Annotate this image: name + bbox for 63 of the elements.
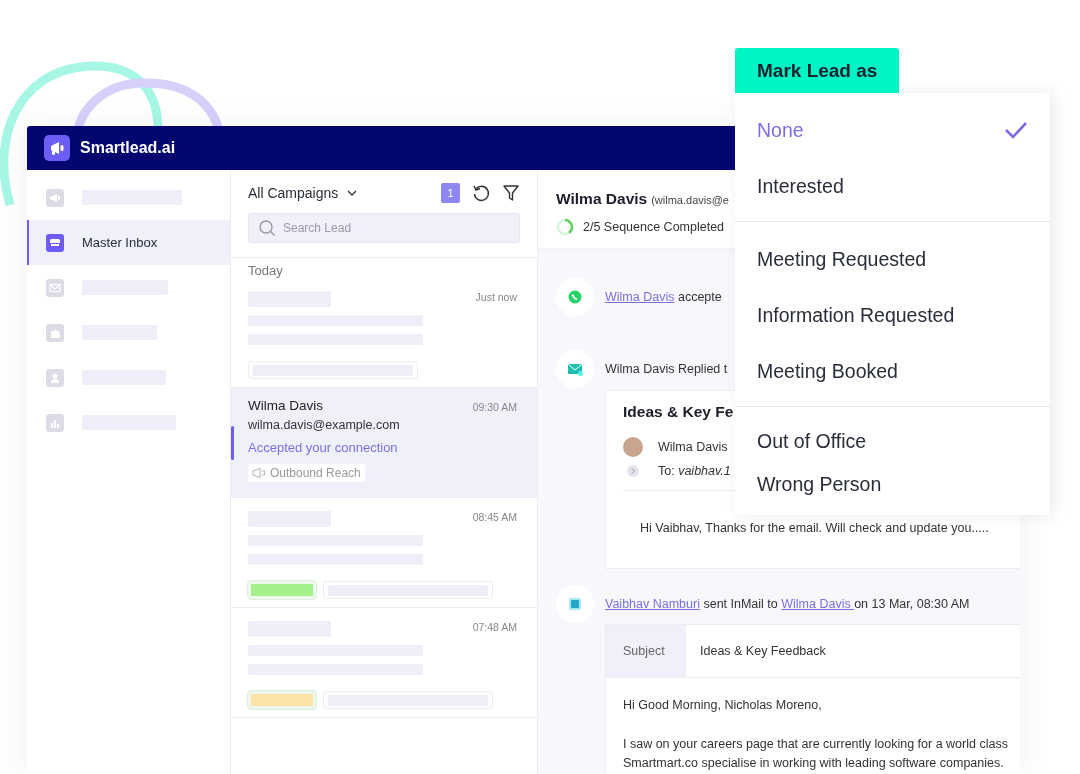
recipient: To: vaibhav.1 bbox=[658, 464, 731, 478]
inbox-icon bbox=[46, 233, 64, 252]
filter-icon[interactable] bbox=[502, 184, 520, 202]
message-text: Hi Vaibhav, Thanks for the email. Will check and update you..... bbox=[640, 520, 989, 537]
menu-option[interactable]: Meeting Booked bbox=[735, 343, 1050, 399]
message-text: Hi Good Morning, Nicholas Moreno, bbox=[623, 697, 822, 714]
megaphone-icon bbox=[46, 188, 64, 207]
menu-title: Mark Lead as bbox=[735, 48, 900, 93]
lead-item[interactable]: Just now bbox=[231, 278, 537, 388]
lead-time: 08:45 AM bbox=[472, 511, 517, 523]
person-icon bbox=[46, 368, 64, 387]
group-label: Today bbox=[247, 262, 284, 278]
lead-item[interactable]: 08:45 AM bbox=[231, 498, 537, 608]
menu-option[interactable]: Meeting Requested bbox=[735, 231, 1050, 287]
lead-status: Accepted your connection bbox=[248, 440, 399, 455]
chat-bubble-icon bbox=[566, 288, 584, 306]
event-text: Wilma Davis accepte bbox=[605, 290, 722, 304]
lead-link[interactable]: Wilma Davis bbox=[605, 290, 675, 304]
lead-item[interactable]: Wilma Davis 09:30 AM wilma.davis@example.com Accepted your connection Outbound Reach bbox=[231, 388, 537, 498]
campaign-dropdown[interactable]: All Campaigns bbox=[248, 185, 358, 201]
menu-option[interactable]: Out of Office bbox=[735, 413, 1050, 469]
lead-link[interactable]: Vaibhav Namburi bbox=[605, 597, 700, 611]
message-subject: Ideas & Key Fe bbox=[623, 403, 735, 421]
avatar bbox=[623, 437, 643, 457]
chevron-right-icon[interactable] bbox=[627, 465, 639, 477]
megaphone-icon bbox=[252, 467, 266, 479]
logo-text: Smartlead.ai bbox=[80, 139, 176, 157]
message-text: Smartmart.co specialise in working with leading software companies. bbox=[623, 755, 1004, 772]
lead-name: Wilma Davis bbox=[556, 190, 648, 208]
campaign-tag: Outbound Reach bbox=[248, 464, 365, 482]
lead-time: 09:30 AM bbox=[472, 401, 517, 413]
lead-email: (wilma.davis@e bbox=[651, 194, 729, 206]
menu-option[interactable]: Interested bbox=[735, 158, 1050, 214]
bar-chart-icon bbox=[46, 413, 64, 432]
search-field[interactable]: Search Lead bbox=[248, 213, 520, 243]
progress-label: 2/5 Sequence Completed bbox=[583, 220, 725, 234]
chevron-down-icon bbox=[347, 190, 358, 196]
sidebar-label: Master Inbox bbox=[82, 235, 158, 250]
puzzle-icon bbox=[46, 323, 64, 342]
menu-option[interactable]: Wrong Person bbox=[735, 469, 1050, 515]
sidebar-item[interactable]: Master Inbox bbox=[27, 220, 230, 265]
subject-label: Subject bbox=[606, 625, 686, 677]
refresh-icon[interactable] bbox=[472, 184, 490, 202]
sender-name: Wilma Davis bbox=[658, 440, 728, 454]
event-text: Wilma Davis Replied t bbox=[605, 362, 728, 376]
lead-item[interactable]: 07:48 AM bbox=[231, 608, 537, 718]
check-icon bbox=[1004, 121, 1028, 139]
lead-email: wilma.davis@example.com bbox=[248, 418, 401, 432]
selection-indicator bbox=[231, 426, 234, 460]
progress-ring bbox=[556, 218, 574, 236]
logo-icon bbox=[44, 135, 70, 161]
menu-option[interactable]: Information Requested bbox=[735, 287, 1050, 343]
message-subject: Ideas & Key Feedback bbox=[699, 643, 826, 660]
envelope-icon bbox=[46, 278, 64, 297]
lead-name: Wilma Davis bbox=[248, 398, 323, 413]
square-icon bbox=[566, 595, 584, 613]
lead-link[interactable]: Wilma Davis bbox=[781, 597, 855, 611]
lead-time: Just now bbox=[475, 291, 517, 303]
count-badge: 1 bbox=[441, 183, 460, 203]
menu-option[interactable]: None bbox=[735, 102, 1050, 158]
lead-time: 07:48 AM bbox=[472, 621, 517, 633]
event-text: Vaibhav Namburi sent InMail to Wilma Davis on 13 Mar, 08:30 AM bbox=[605, 597, 970, 611]
message-text: I saw on your careers page that are currently looking for a world class bbox=[623, 736, 1008, 753]
